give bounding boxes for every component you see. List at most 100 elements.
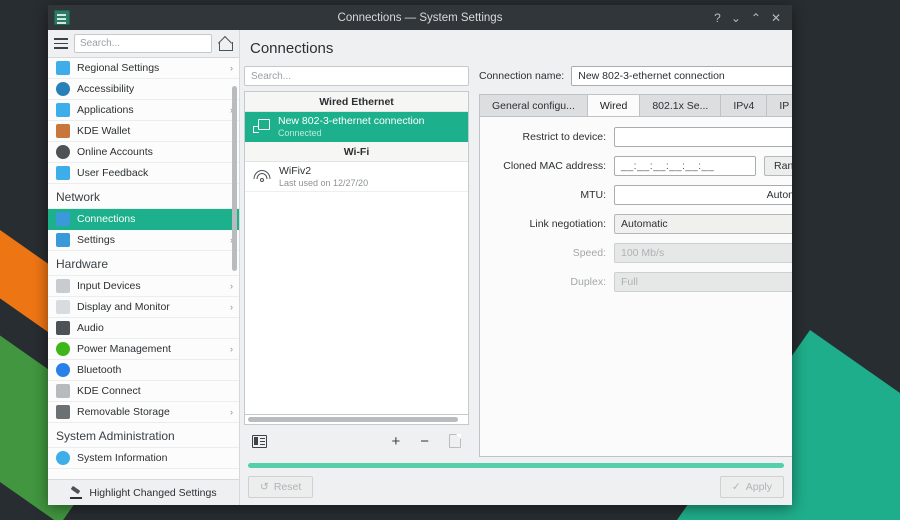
sidebar-item-label: Settings bbox=[77, 234, 115, 246]
duplicate-connection-icon[interactable] bbox=[449, 434, 461, 448]
reset-button[interactable]: ↺ Reset bbox=[248, 476, 314, 498]
connections-listbox: Wired Ethernet New 802-3-ethernet connect… bbox=[244, 91, 469, 415]
sidebar-search-input[interactable]: Search... bbox=[74, 34, 212, 53]
field-label: Duplex: bbox=[570, 276, 606, 288]
home-icon[interactable] bbox=[218, 37, 233, 51]
sidebar-item-label: Display and Monitor bbox=[77, 301, 170, 313]
system-settings-icon bbox=[54, 10, 70, 25]
footer-scrollbar[interactable] bbox=[240, 457, 792, 473]
sidebar-item-regional-settings[interactable]: Regional Settings › bbox=[48, 58, 239, 79]
connections-icon bbox=[56, 212, 70, 226]
connection-name-row: Connection name: New 802-3-ethernet conn… bbox=[479, 66, 792, 86]
tab-802-1x-se[interactable]: 802.1x Se... bbox=[639, 94, 721, 116]
accessibility-icon bbox=[56, 82, 70, 96]
sidebar-item-online-accounts[interactable]: Online Accounts bbox=[48, 142, 239, 163]
tab-general-configu[interactable]: General configu... bbox=[479, 94, 587, 116]
main-content: Connections Search... Wired Ethernet New … bbox=[240, 30, 792, 505]
field-input-mtu[interactable]: Automati bbox=[614, 185, 792, 205]
sidebar-item-label: User Feedback bbox=[77, 167, 149, 179]
reset-icon: ↺ bbox=[260, 481, 269, 493]
sidebar-item-audio[interactable]: Audio bbox=[48, 318, 239, 339]
connections-list-toolbar: + − bbox=[244, 425, 469, 457]
remove-connection-button[interactable]: − bbox=[420, 434, 429, 449]
sidebar-item-label: Applications bbox=[77, 104, 134, 116]
tab-wired[interactable]: Wired bbox=[586, 94, 640, 116]
tab-ip[interactable]: IP bbox=[766, 94, 792, 116]
sidebar-item-user-feedback[interactable]: User Feedback bbox=[48, 163, 239, 184]
connection-list-item[interactable]: New 802-3-ethernet connection Connected bbox=[245, 112, 468, 142]
sidebar: Search... Regional Settings › Accessibilit… bbox=[48, 30, 240, 505]
sidebar-item-input-devices[interactable]: Input Devices › bbox=[48, 276, 239, 297]
field-row: Cloned MAC address: __:__:__:__:__:__ Rand… bbox=[480, 156, 792, 176]
system-settings-window: Connections — System Settings ? ⌄ ⌃ ✕ Se… bbox=[48, 5, 792, 505]
sidebar-item-applications[interactable]: Applications› bbox=[48, 100, 239, 121]
field-input-link-negotiation[interactable]: Automatic bbox=[614, 214, 792, 234]
sidebar-item-removable-storage[interactable]: Removable Storage › bbox=[48, 402, 239, 423]
close-button[interactable]: ✕ bbox=[771, 12, 781, 24]
sidebar-item-bluetooth[interactable]: Bluetooth bbox=[48, 360, 239, 381]
chevron-right-icon: › bbox=[230, 281, 233, 291]
sidebar-item-power-management[interactable]: Power Management › bbox=[48, 339, 239, 360]
list-action-buttons: + − bbox=[391, 434, 461, 449]
window-title: Connections — System Settings bbox=[337, 11, 503, 24]
field-label: MTU: bbox=[580, 189, 606, 201]
sidebar-item-system-information[interactable]: System Information bbox=[48, 448, 239, 469]
highlight-changed-settings-button[interactable]: Highlight Changed Settings bbox=[48, 479, 239, 505]
sidebar-item-kde-wallet[interactable]: KDE Wallet bbox=[48, 121, 239, 142]
kde-wallet-icon bbox=[56, 124, 70, 138]
sidebar-item-connections[interactable]: Connections bbox=[48, 209, 239, 230]
field-input-cloned-mac-address[interactable]: __:__:__:__:__:__ bbox=[614, 156, 757, 176]
sidebar-item-label: System Information bbox=[77, 452, 168, 464]
sidebar-item-label: Connections bbox=[77, 213, 136, 225]
field-label: Cloned MAC address: bbox=[503, 160, 606, 172]
field-input-restrict-to-device[interactable] bbox=[614, 127, 792, 147]
kde-connect-icon bbox=[56, 384, 70, 398]
sidebar-item-kde-connect[interactable]: KDE Connect bbox=[48, 381, 239, 402]
chevron-right-icon: › bbox=[230, 63, 233, 73]
sidebar-scroll-area: Regional Settings › Accessibility Applicati… bbox=[48, 58, 239, 479]
sidebar-scrollbar[interactable] bbox=[232, 86, 237, 271]
sidebar-item-settings[interactable]: Settings› bbox=[48, 230, 239, 251]
connection-list-item[interactable]: WiFiv2 Last used on 12/27/20 bbox=[245, 162, 468, 192]
help-button[interactable]: ? bbox=[714, 12, 721, 24]
window-body: Search... Regional Settings › Accessibilit… bbox=[48, 30, 792, 505]
field-row: Speed: 100 Mb/s bbox=[480, 243, 792, 263]
tab-ipv4[interactable]: IPv4 bbox=[720, 94, 767, 116]
regional-settings-icon bbox=[56, 61, 70, 75]
connection-name: New 802-3-ethernet connection bbox=[278, 115, 425, 127]
footer-buttons: ↺ Reset ✓ Apply bbox=[240, 473, 792, 505]
wifi-icon bbox=[253, 169, 271, 184]
connections-search-input[interactable]: Search... bbox=[244, 66, 469, 86]
sidebar-item-label: Input Devices bbox=[77, 280, 141, 292]
randomize-mac-button[interactable]: Rando bbox=[764, 156, 792, 176]
sidebar-item-display-and-monitor[interactable]: Display and Monitor › bbox=[48, 297, 239, 318]
sidebar-item-label: Removable Storage bbox=[77, 406, 170, 418]
connection-name-input[interactable]: New 802-3-ethernet connection bbox=[571, 66, 792, 86]
config-tabs: General configu... Wired 802.1x Se... IPv4 I… bbox=[479, 94, 792, 116]
page-title: Connections bbox=[250, 40, 334, 57]
hamburger-icon[interactable] bbox=[54, 38, 68, 49]
connection-group-header: Wi-Fi bbox=[245, 142, 468, 162]
connections-list-hscrollbar[interactable] bbox=[244, 415, 469, 425]
sidebar-item-accessibility[interactable]: Accessibility bbox=[48, 79, 239, 100]
sidebar-item-label: Regional Settings bbox=[77, 62, 160, 74]
sidebar-item-list: Regional Settings › Accessibility Applicati… bbox=[48, 58, 239, 469]
field-row: Duplex: Full bbox=[480, 272, 792, 292]
connection-status: Connected bbox=[278, 128, 322, 138]
connections-list-column: Search... Wired Ethernet New 802-3-ethern… bbox=[244, 66, 469, 457]
field-label: Restrict to device: bbox=[522, 131, 606, 143]
highlight-changed-settings-label: Highlight Changed Settings bbox=[89, 486, 217, 499]
sidebar-toolbar: Search... bbox=[48, 30, 239, 58]
add-connection-button[interactable]: + bbox=[391, 434, 400, 449]
removable-storage-icon bbox=[56, 405, 70, 419]
minimize-button[interactable]: ⌄ bbox=[731, 12, 741, 24]
display-monitor-icon bbox=[56, 300, 70, 314]
system-information-icon bbox=[56, 451, 70, 465]
online-accounts-icon bbox=[56, 145, 70, 159]
apply-button[interactable]: ✓ Apply bbox=[719, 476, 784, 498]
sidebar-item-label: KDE Wallet bbox=[77, 125, 131, 137]
details-icon[interactable] bbox=[252, 434, 267, 448]
field-input-duplex: Full bbox=[614, 272, 792, 292]
window-titlebar[interactable]: Connections — System Settings ? ⌄ ⌃ ✕ bbox=[48, 5, 792, 30]
maximize-button[interactable]: ⌃ bbox=[751, 12, 761, 24]
